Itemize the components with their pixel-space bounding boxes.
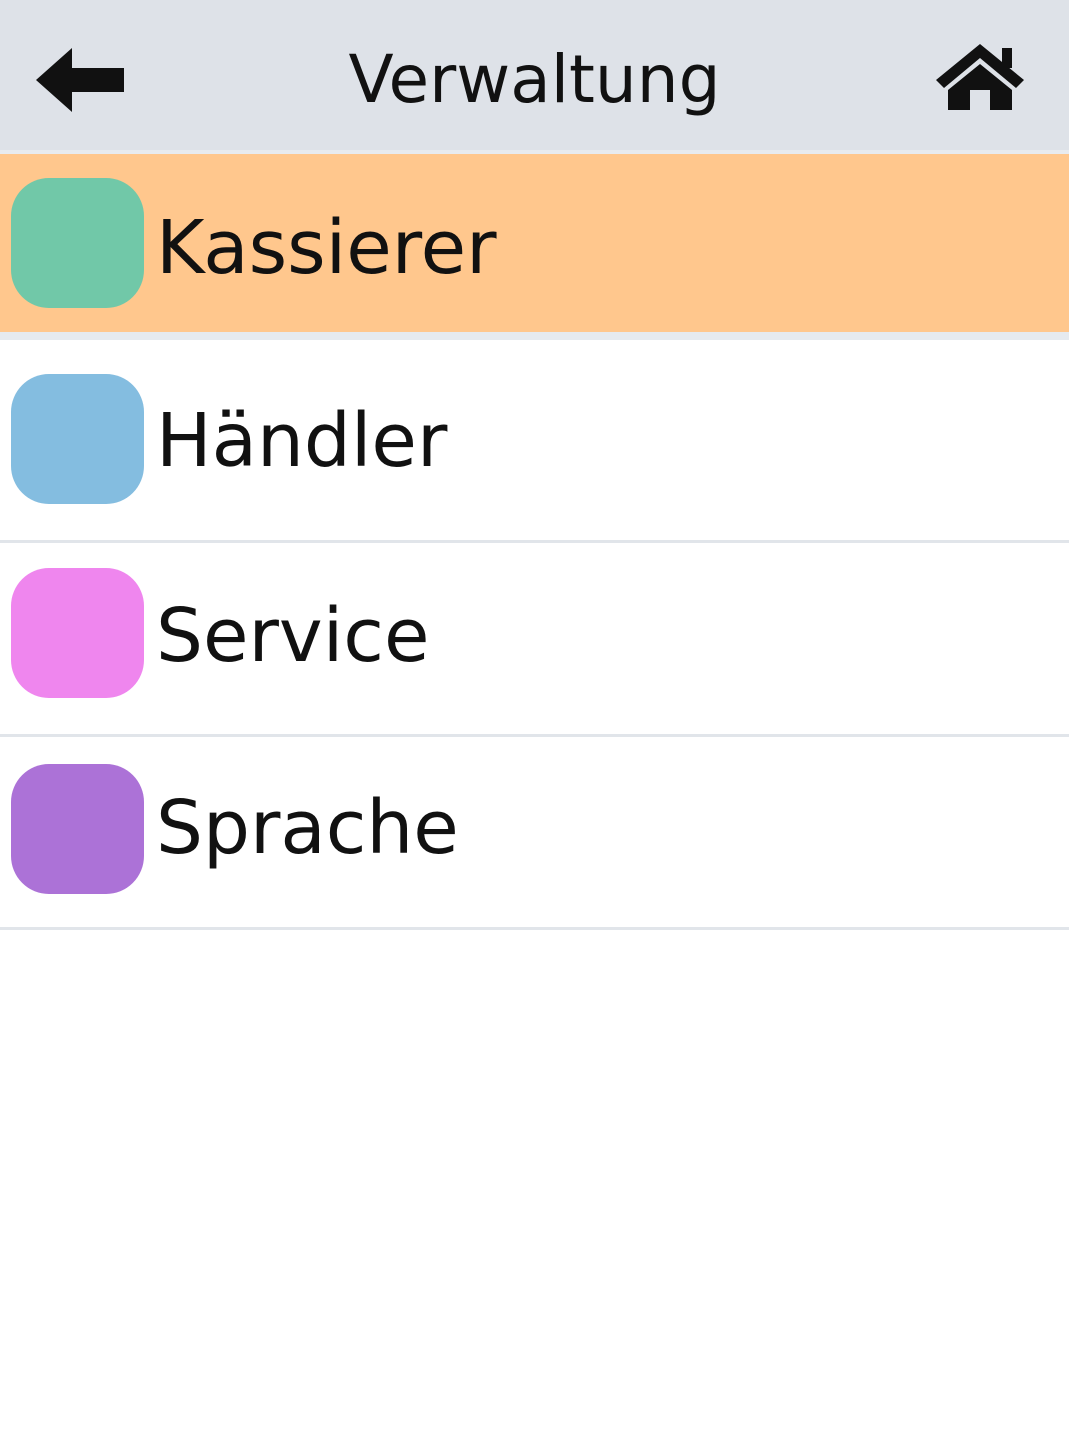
color-swatch [11, 178, 144, 308]
divider [0, 927, 1069, 930]
color-swatch [11, 374, 144, 504]
header-bar: Verwaltung [0, 0, 1069, 150]
menu-item-service[interactable]: Service [0, 543, 1069, 734]
color-swatch [11, 764, 144, 894]
menu-item-haendler[interactable]: Händler [0, 340, 1069, 540]
menu-item-sprache[interactable]: Sprache [0, 737, 1069, 927]
color-swatch [11, 568, 144, 698]
menu-item-kassierer[interactable]: Kassierer [0, 154, 1069, 332]
menu-item-label: Service [156, 593, 430, 679]
menu-list: Kassierer Händler Service Sprache [0, 154, 1069, 930]
divider [0, 332, 1069, 340]
menu-item-label: Sprache [156, 785, 459, 871]
menu-item-label: Kassierer [156, 205, 497, 291]
home-button[interactable] [928, 34, 1032, 118]
page-title: Verwaltung [348, 41, 721, 118]
home-icon [936, 44, 1024, 110]
menu-item-label: Händler [156, 398, 448, 484]
